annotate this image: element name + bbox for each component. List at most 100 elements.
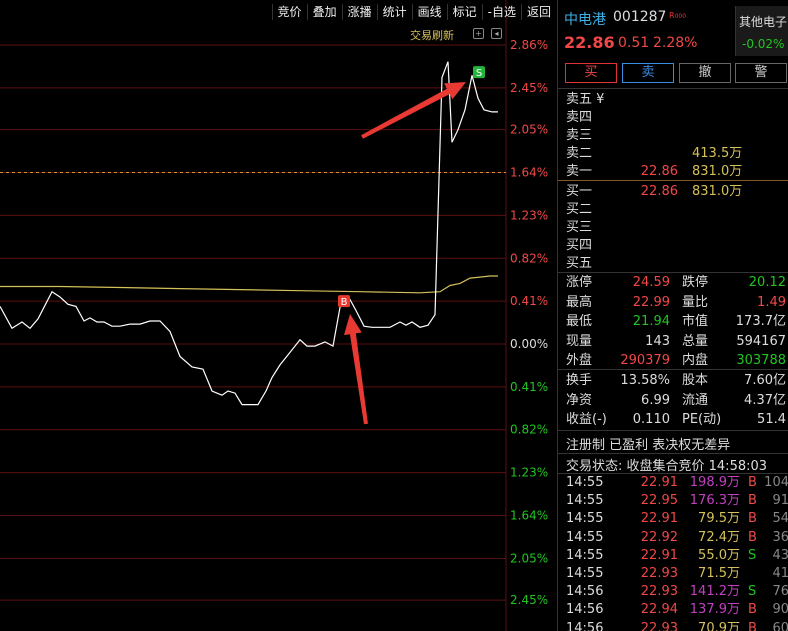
sell-button[interactable]: 卖 bbox=[622, 63, 674, 83]
tick-count: 43 bbox=[772, 547, 788, 563]
tick-volume: 141.2万 bbox=[689, 584, 740, 600]
order-level-label: 卖四 bbox=[566, 110, 593, 125]
sector-name: 其他电子 bbox=[739, 15, 788, 29]
ask-row[interactable]: 卖二 413.5万 bbox=[566, 145, 786, 163]
stat-label: 净资 bbox=[566, 392, 593, 408]
tick-price: 22.91 bbox=[640, 475, 678, 490]
tick-volume: 55.0万 bbox=[698, 547, 740, 563]
sector-box[interactable]: 其他电子 -0.02% bbox=[735, 6, 788, 56]
tick-time: 14:55 bbox=[566, 493, 604, 509]
stock-code: 001287 bbox=[613, 9, 667, 25]
alert-button[interactable]: 警 bbox=[735, 63, 787, 83]
toolbar-button[interactable]: 统计 bbox=[376, 4, 412, 20]
order-level-label: 买二 bbox=[566, 202, 593, 217]
bid-row[interactable]: 买四 bbox=[566, 237, 786, 255]
stat-label: 外盘 bbox=[566, 353, 593, 368]
tick-side: B bbox=[748, 511, 757, 527]
stat-item: 现量 143 bbox=[566, 333, 670, 351]
bid-row[interactable]: 买三 bbox=[566, 219, 786, 237]
toolbar-button[interactable]: 竞价 bbox=[271, 4, 307, 20]
zoom-in-icon[interactable]: + bbox=[473, 28, 484, 39]
stat-value: 24.59 bbox=[632, 275, 670, 290]
stat-value: 51.4 bbox=[757, 412, 786, 427]
stat-value: 1.49 bbox=[757, 294, 786, 310]
tick-row: 14:55 22.91 55.0万 S 43 bbox=[566, 547, 788, 565]
trade-refresh-label[interactable]: 交易刷新 bbox=[410, 27, 454, 43]
order-level-label: 买五 bbox=[566, 256, 593, 271]
tick-price: 22.91 bbox=[640, 547, 678, 563]
stock-name[interactable]: 中电港 bbox=[564, 9, 606, 29]
toolbar-button[interactable]: 画线 bbox=[411, 4, 447, 20]
stat-label: 收益(-) bbox=[566, 412, 607, 427]
order-level-label: 卖五 ¥ bbox=[566, 92, 605, 107]
divider bbox=[558, 272, 788, 273]
stat-item: 流通 4.37亿 bbox=[682, 392, 786, 410]
trade-marker-label: S bbox=[476, 68, 482, 79]
tick-time: 14:55 bbox=[566, 566, 604, 581]
stat-value: 20.12 bbox=[748, 275, 786, 290]
quote-panel: 中电港 001287 R000 其他电子 -0.02% 22.86 0.51 2… bbox=[557, 0, 788, 631]
tick-price: 22.94 bbox=[640, 602, 678, 618]
order-level-label: 买三 bbox=[566, 220, 593, 235]
bid-row[interactable]: 买一 22.86 831.0万 bbox=[566, 183, 786, 201]
tick-price: 22.95 bbox=[640, 493, 678, 509]
toolbar-button[interactable]: 标记 bbox=[446, 4, 482, 20]
stat-label: 换手 bbox=[566, 373, 593, 388]
tick-count: 54 bbox=[772, 511, 788, 527]
intraday-chart[interactable]: 2.86% 2.45% 2.05% 1.64% 1.23% 0.82% 0.41% 0.00%… bbox=[0, 0, 556, 631]
stat-label: 跌停 bbox=[682, 275, 709, 290]
tick-count: 104 bbox=[764, 475, 788, 490]
ask-row[interactable]: 卖四 bbox=[566, 109, 786, 127]
last-price: 22.86 bbox=[564, 33, 615, 52]
toolbar-button[interactable]: 返回 bbox=[520, 4, 556, 20]
chart-canvas[interactable]: 2.86% 2.45% 2.05% 1.64% 1.23% 0.82% 0.41% 0.00%… bbox=[0, 0, 556, 631]
tick-side: S bbox=[748, 547, 757, 563]
y-tick-label: 1.64% bbox=[510, 166, 548, 180]
order-level-label: 买四 bbox=[566, 238, 593, 253]
tick-count: 76 bbox=[772, 584, 788, 600]
y-tick-label: 2.05% bbox=[510, 551, 548, 565]
stat-value: 173.7亿 bbox=[735, 314, 786, 329]
buy-button[interactable]: 买 bbox=[565, 63, 617, 83]
registration-info: 注册制 已盈利 表决权无差异 bbox=[566, 438, 731, 453]
ask-row[interactable]: 卖五 ¥ bbox=[566, 91, 786, 109]
tick-volume: 71.5万 bbox=[698, 566, 740, 581]
toolbar-button[interactable]: 涨播 bbox=[341, 4, 377, 20]
tick-volume: 72.4万 bbox=[698, 529, 740, 545]
ask-row[interactable]: 卖一 22.86 831.0万 bbox=[566, 163, 786, 181]
order-price: 22.86 bbox=[640, 164, 678, 179]
stat-value: 594167 bbox=[736, 333, 786, 349]
tick-time: 14:55 bbox=[566, 511, 604, 527]
order-volume: 831.0万 bbox=[692, 164, 743, 179]
tick-side: B bbox=[748, 475, 757, 490]
stat-value: 21.94 bbox=[632, 314, 670, 329]
order-price: 22.86 bbox=[640, 184, 678, 199]
y-tick-label: 1.64% bbox=[510, 508, 548, 522]
tick-count: 36 bbox=[772, 529, 788, 545]
bid-row[interactable]: 买五 bbox=[566, 255, 786, 273]
chart-toolbar: 竞价 叠加 涨播 统计 画线 标记 -自选 返回 bbox=[271, 4, 556, 20]
ask-row[interactable]: 卖三 bbox=[566, 127, 786, 145]
tick-price: 22.93 bbox=[640, 620, 678, 631]
order-level-label: 卖二 bbox=[566, 146, 593, 161]
stat-label: 最低 bbox=[566, 314, 593, 329]
tick-volume: 137.9万 bbox=[689, 602, 740, 618]
y-tick-label: 1.23% bbox=[510, 208, 548, 222]
price-line bbox=[0, 61, 498, 406]
toggle-panel-icon[interactable]: ◂ bbox=[491, 28, 502, 39]
stat-label: 流通 bbox=[682, 392, 709, 408]
cancel-button[interactable]: 撤 bbox=[679, 63, 731, 83]
toolbar-button[interactable]: -自选 bbox=[481, 4, 521, 20]
tick-price: 22.91 bbox=[640, 511, 678, 527]
stat-value: 6.99 bbox=[641, 392, 670, 408]
bid-row[interactable]: 买二 bbox=[566, 201, 786, 219]
stat-label: 现量 bbox=[566, 333, 593, 349]
stat-item: 最低 21.94 bbox=[566, 313, 670, 331]
stat-item: 收益(-) 0.110 bbox=[566, 411, 670, 429]
price-change: 0.51 bbox=[618, 35, 650, 51]
order-level-label: 卖三 bbox=[566, 128, 593, 143]
toolbar-button[interactable]: 叠加 bbox=[306, 4, 342, 20]
tick-count: 41 bbox=[772, 566, 788, 581]
tick-time: 14:56 bbox=[566, 602, 604, 618]
order-level-label: 卖一 bbox=[566, 164, 593, 179]
